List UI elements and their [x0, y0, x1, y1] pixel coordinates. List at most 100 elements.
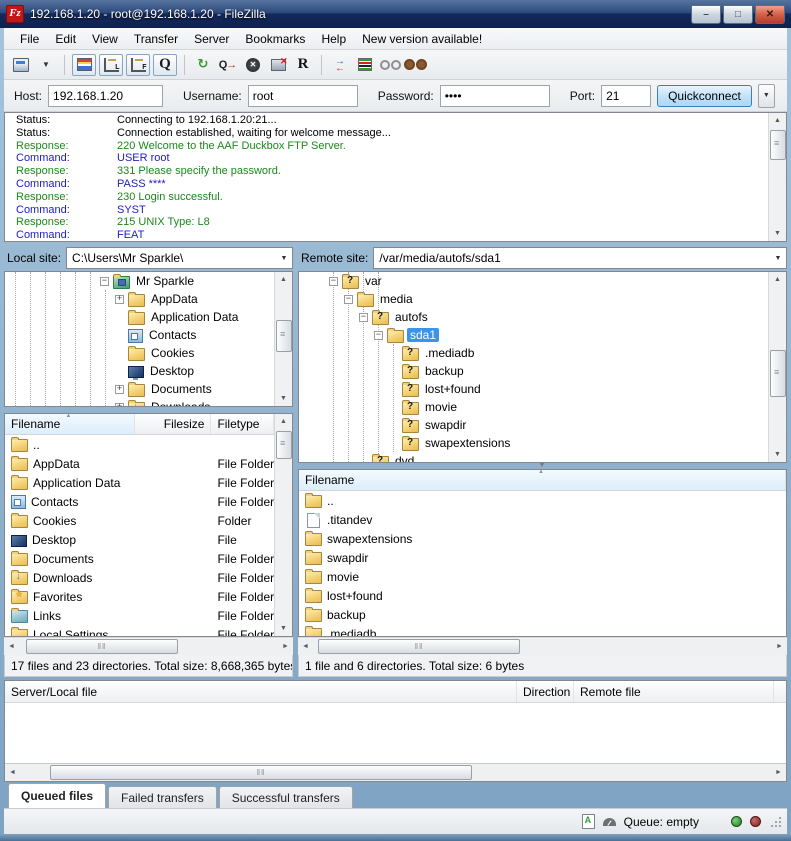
menu-item-view[interactable]: View: [84, 30, 126, 48]
resize-grip[interactable]: [771, 816, 783, 828]
tree-item-var[interactable]: −var: [299, 272, 768, 290]
file-row--mediadb[interactable]: .mediadb: [299, 624, 786, 636]
file-row--[interactable]: ..: [5, 435, 274, 454]
file-row-movie[interactable]: movie: [299, 567, 786, 586]
remote-splitter[interactable]: ▼: [298, 463, 787, 469]
host-input[interactable]: [48, 85, 163, 107]
refresh-icon[interactable]: ↻: [192, 55, 214, 75]
tree-item-swapdir[interactable]: swapdir: [299, 416, 768, 434]
tree-item-media[interactable]: −media: [299, 290, 768, 308]
scroll-down-icon[interactable]: ▼: [275, 621, 292, 636]
transfer-type-icon[interactable]: [582, 814, 595, 829]
scroll-thumb[interactable]: [770, 130, 786, 160]
tab-successful-transfers[interactable]: Successful transfers: [219, 786, 353, 808]
file-row-cookies[interactable]: CookiesFolder: [5, 511, 274, 530]
port-input[interactable]: [601, 85, 651, 107]
collapse-icon[interactable]: −: [374, 331, 383, 340]
tree-item-desktop[interactable]: Desktop: [5, 362, 274, 380]
scroll-up-icon[interactable]: ▲: [769, 113, 786, 128]
speed-limits-icon[interactable]: [603, 818, 616, 826]
scroll-down-icon[interactable]: ▼: [769, 226, 786, 241]
tree-item-dvd[interactable]: dvd: [299, 452, 768, 462]
scroll-down-icon[interactable]: ▼: [769, 447, 786, 462]
scroll-left-icon[interactable]: ◄: [298, 638, 313, 655]
remote-column-header-filename[interactable]: Filename▲: [299, 470, 786, 490]
local-splitter[interactable]: [4, 407, 293, 413]
file-row-links[interactable]: LinksFile Folder: [5, 606, 274, 625]
scroll-right-icon[interactable]: ►: [278, 638, 293, 655]
tree-item-appdata[interactable]: +AppData: [5, 290, 274, 308]
menu-item-edit[interactable]: Edit: [47, 30, 84, 48]
expand-icon[interactable]: +: [115, 385, 124, 394]
collapse-icon[interactable]: −: [329, 277, 338, 286]
file-row--titandev[interactable]: .titandev: [299, 510, 786, 529]
message-log-scrollbar[interactable]: ▲ ▼: [768, 113, 786, 241]
tree-item--mediadb[interactable]: .mediadb: [299, 344, 768, 362]
tree-item-documents[interactable]: +Documents: [5, 380, 274, 398]
file-row-desktop[interactable]: DesktopFile: [5, 530, 274, 549]
scroll-up-icon[interactable]: ▲: [275, 414, 292, 429]
scroll-left-icon[interactable]: ◄: [4, 638, 19, 655]
scroll-up-icon[interactable]: ▲: [275, 272, 292, 287]
scroll-up-icon[interactable]: ▲: [769, 272, 786, 287]
collapse-icon[interactable]: −: [100, 277, 109, 286]
tab-failed-transfers[interactable]: Failed transfers: [108, 786, 217, 808]
queue-column-header-direction[interactable]: Direction: [517, 681, 574, 702]
tree-item-contacts[interactable]: Contacts: [5, 326, 274, 344]
tree-item-sda1[interactable]: −sda1: [299, 326, 768, 344]
expand-icon[interactable]: +: [115, 403, 124, 407]
collapse-icon[interactable]: −: [359, 313, 368, 322]
file-row-backup[interactable]: backup: [299, 605, 786, 624]
close-button[interactable]: ✕: [755, 5, 785, 24]
quickconnect-dropdown-icon[interactable]: ▼: [758, 84, 775, 108]
remote-site-combobox[interactable]: /var/media/autofs/sda1 ▼: [373, 247, 787, 269]
tree-item-mr-sparkle[interactable]: −Mr Sparkle: [5, 272, 274, 290]
local-column-header-filetype[interactable]: Filetype: [211, 414, 274, 434]
password-input[interactable]: [440, 85, 550, 107]
splitter-collapse-icon[interactable]: ▼: [539, 462, 546, 469]
scroll-down-icon[interactable]: ▼: [275, 391, 292, 406]
chevron-down-icon[interactable]: ▼: [770, 248, 786, 268]
scroll-right-icon[interactable]: ►: [771, 764, 786, 781]
tree-item-swapextensions[interactable]: swapextensions: [299, 434, 768, 452]
cancel-icon[interactable]: ✕: [242, 55, 264, 75]
menu-item-file[interactable]: File: [12, 30, 47, 48]
file-row-swapextensions[interactable]: swapextensions: [299, 529, 786, 548]
file-row-favorites[interactable]: FavoritesFile Folder: [5, 587, 274, 606]
find-files-icon[interactable]: [404, 55, 426, 75]
disconnect-icon[interactable]: [267, 55, 289, 75]
file-row--[interactable]: ..: [299, 491, 786, 510]
local-column-header-filename[interactable]: Filename▲: [5, 414, 135, 434]
scroll-thumb[interactable]: [276, 431, 292, 459]
toggle-remote-tree-icon[interactable]: [126, 54, 150, 76]
file-row-contacts[interactable]: ContactsFile Folder: [5, 492, 274, 511]
toggle-queue-icon[interactable]: Q: [153, 54, 177, 76]
expand-icon[interactable]: +: [115, 295, 124, 304]
scroll-thumb[interactable]: [276, 320, 292, 352]
tree-item-lost-found[interactable]: lost+found: [299, 380, 768, 398]
file-row-local-settings[interactable]: Local SettingsFile Folder: [5, 625, 274, 636]
scroll-thumb[interactable]: [770, 350, 786, 397]
collapse-icon[interactable]: −: [344, 295, 353, 304]
title-bar[interactable]: Fz 192.168.1.20 - root@192.168.1.20 - Fi…: [0, 0, 791, 28]
filter-icon[interactable]: [354, 55, 376, 75]
scroll-left-icon[interactable]: ◄: [5, 764, 20, 781]
menu-item-server[interactable]: Server: [186, 30, 237, 48]
scroll-thumb[interactable]: [26, 639, 178, 654]
scroll-thumb[interactable]: [50, 765, 472, 780]
local-site-combobox[interactable]: C:\Users\Mr Sparkle\ ▼: [66, 247, 293, 269]
menu-item-bookmarks[interactable]: Bookmarks: [237, 30, 313, 48]
tree-item-downloads[interactable]: +Downloads: [5, 398, 274, 406]
toggle-local-tree-icon[interactable]: [99, 54, 123, 76]
file-row-documents[interactable]: DocumentsFile Folder: [5, 549, 274, 568]
tree-item-movie[interactable]: movie: [299, 398, 768, 416]
local-list-scrollbar[interactable]: ▲ ▼: [274, 414, 292, 636]
tree-item-cookies[interactable]: Cookies: [5, 344, 274, 362]
file-row-appdata[interactable]: AppDataFile Folder: [5, 454, 274, 473]
scroll-right-icon[interactable]: ►: [772, 638, 787, 655]
tree-item-autofs[interactable]: −autofs: [299, 308, 768, 326]
file-row-downloads[interactable]: DownloadsFile Folder: [5, 568, 274, 587]
minimize-button[interactable]: –: [691, 5, 721, 24]
site-manager-dropdown-icon[interactable]: ▼: [35, 55, 57, 75]
queue-hscrollbar[interactable]: ◄ ►: [5, 763, 786, 781]
